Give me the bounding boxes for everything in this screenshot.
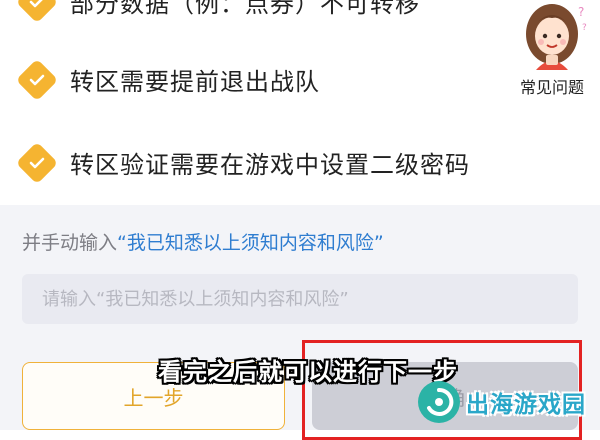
svg-text:?: ?: [582, 23, 587, 33]
confirm-input-container: [22, 274, 578, 324]
notice-item-text: 转区验证需要在游戏中设置二级密码: [70, 151, 470, 179]
check-icon: [15, 0, 59, 23]
notice-item-text: 部分数据（例：点券）不可转移: [70, 0, 420, 18]
instruction-prefix: 并手动输入: [22, 232, 118, 254]
check-icon: [15, 58, 59, 101]
notice-item: 部分数据（例：点券）不可转移: [15, 0, 420, 23]
watermark-logo-icon: [418, 381, 460, 423]
faq-button[interactable]: ? ? 常见问题: [508, 0, 596, 98]
watermark: 出海游戏园: [418, 375, 586, 429]
video-subtitle: 看完之后就可以进行下一步: [158, 358, 458, 386]
instruction-phrase: “我已知悉以上须知内容和风险”: [117, 232, 384, 254]
faq-avatar-icon: ? ?: [516, 0, 588, 70]
notice-item: 转区验证需要在游戏中设置二级密码: [15, 141, 470, 184]
notice-item-text: 转区需要提前退出战队: [70, 68, 320, 96]
check-icon: [15, 141, 59, 184]
notice-item: 转区需要提前退出战队: [15, 58, 320, 101]
svg-text:?: ?: [578, 5, 584, 19]
instruction-text: 并手动输入“我已知悉以上须知内容和风险”: [22, 228, 384, 255]
confirm-phrase-input[interactable]: [22, 274, 572, 324]
watermark-text: 出海游戏园: [466, 392, 586, 418]
faq-label: 常见问题: [519, 78, 584, 97]
